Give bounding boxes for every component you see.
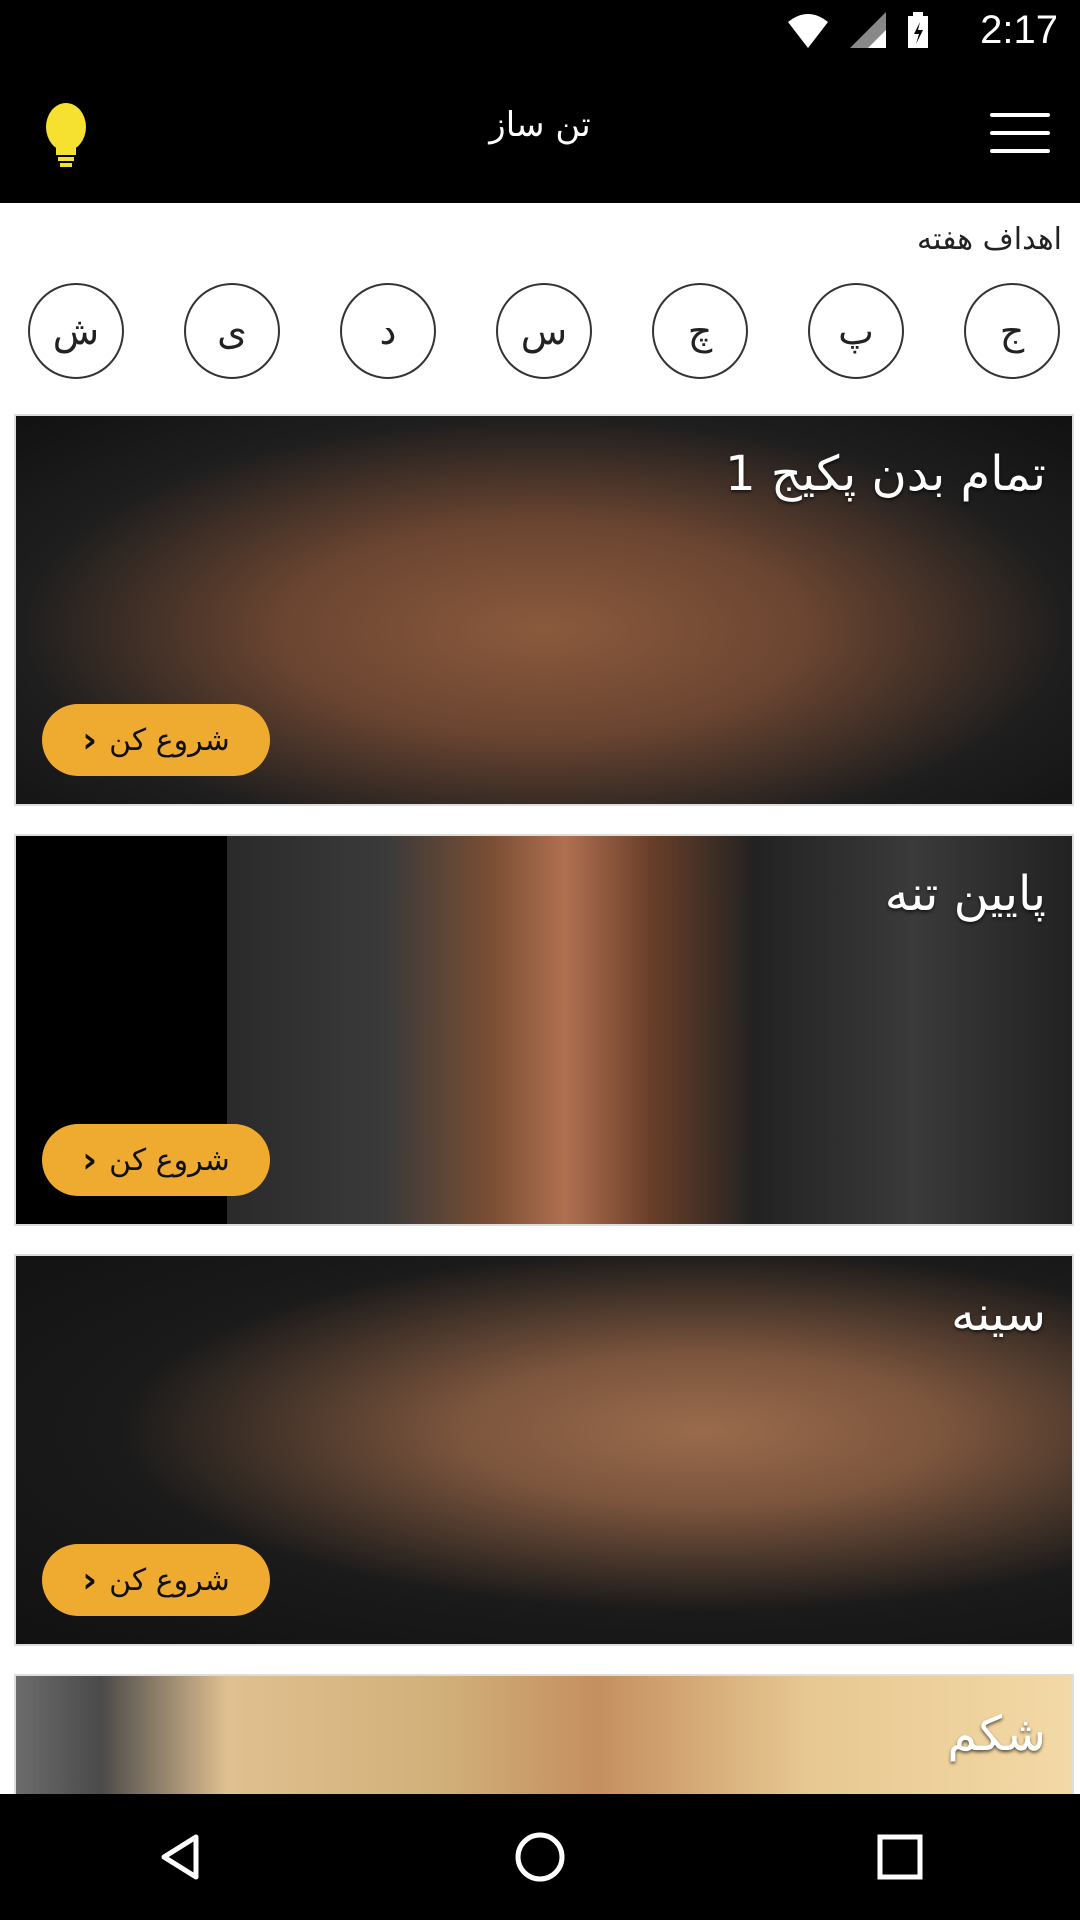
workout-title: سینه	[951, 1286, 1046, 1342]
start-button-label: شروع کن	[109, 722, 230, 758]
day-circle[interactable]: ی	[184, 283, 280, 379]
start-button[interactable]: شروع کن ‹	[42, 704, 270, 776]
status-icons	[786, 10, 930, 50]
workout-card[interactable]: پایین تنه شروع کن ‹	[14, 834, 1074, 1226]
weekly-goals-title: اهداف هفته	[916, 222, 1062, 257]
start-button-label: شروع کن	[109, 1142, 230, 1178]
app-title: تن ساز	[489, 105, 591, 145]
start-button-label: شروع کن	[109, 1562, 230, 1598]
day-circle[interactable]: ج	[964, 283, 1060, 379]
status-bar: 2:17	[0, 0, 1080, 63]
day-circle[interactable]: ش	[28, 283, 124, 379]
workout-list: تمام بدن پکیج 1 شروع کن ‹ پایین تنه شروع…	[14, 414, 1074, 1852]
battery-icon	[908, 12, 928, 48]
chevron-left-icon: ‹	[82, 719, 98, 761]
recents-icon[interactable]	[840, 1797, 960, 1917]
status-time: 2:17	[980, 8, 1058, 52]
home-icon[interactable]	[480, 1797, 600, 1917]
system-nav-bar	[0, 1794, 1080, 1920]
day-circle[interactable]: چ	[652, 283, 748, 379]
start-button[interactable]: شروع کن ‹	[42, 1124, 270, 1196]
menu-icon[interactable]	[990, 113, 1050, 153]
chevron-left-icon: ‹	[82, 1139, 98, 1181]
back-icon[interactable]	[120, 1797, 240, 1917]
signal-icon	[850, 12, 886, 48]
workout-title: شکم	[947, 1706, 1046, 1762]
workout-card[interactable]: تمام بدن پکیج 1 شروع کن ‹	[14, 414, 1074, 806]
start-button[interactable]: شروع کن ‹	[42, 1544, 270, 1616]
day-circle[interactable]: پ	[808, 283, 904, 379]
day-circle[interactable]: س	[496, 283, 592, 379]
chevron-left-icon: ‹	[82, 1559, 98, 1601]
workout-card[interactable]: سینه شروع کن ‹	[14, 1254, 1074, 1646]
wifi-icon	[788, 14, 828, 48]
weekly-goals-days: ش ی د س چ پ ج	[28, 283, 1060, 383]
workout-title: تمام بدن پکیج 1	[725, 446, 1046, 502]
workout-title: پایین تنه	[884, 866, 1046, 922]
app-bar: تن ساز	[0, 63, 1080, 203]
day-circle[interactable]: د	[340, 283, 436, 379]
